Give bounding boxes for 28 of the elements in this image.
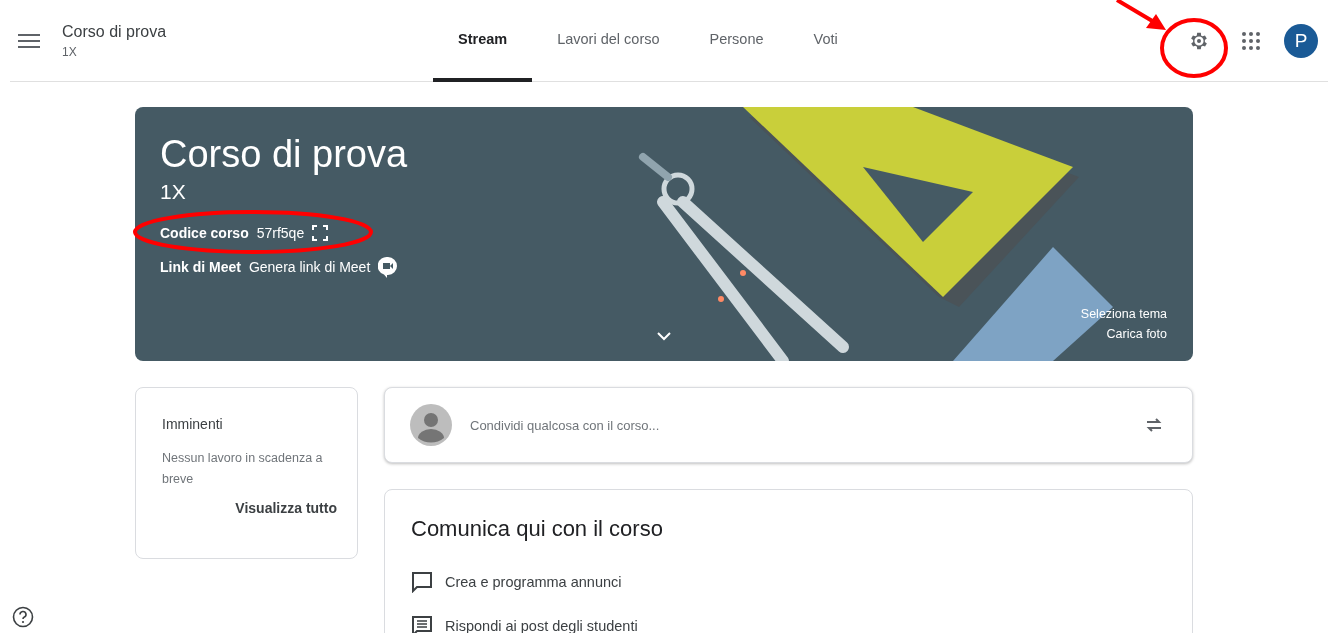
upcoming-title: Imminenti bbox=[162, 416, 224, 432]
message-lines-icon bbox=[411, 615, 433, 633]
course-code-label: Codice corso bbox=[160, 225, 249, 241]
video-chat-icon[interactable] bbox=[378, 256, 399, 278]
communicate-title: Comunica qui con il corso bbox=[411, 516, 664, 542]
course-code: 57rf5qe bbox=[256, 225, 305, 241]
communicate-option: Crea e programma annunci bbox=[445, 574, 622, 590]
meet-link-label: Link di Meet bbox=[160, 259, 241, 275]
fullscreen-icon[interactable] bbox=[312, 225, 329, 241]
meet-link[interactable]: Genera link di Meet bbox=[248, 259, 371, 275]
account-avatar[interactable]: P bbox=[1284, 23, 1318, 58]
banner-section: 1X bbox=[160, 180, 186, 204]
banner-title: Corso di prova bbox=[160, 133, 408, 176]
help-icon[interactable] bbox=[12, 606, 34, 628]
user-avatar-icon bbox=[410, 404, 452, 446]
nav-tab[interactable]: Stream bbox=[433, 0, 533, 82]
select-theme-link[interactable]: Seleziona tema bbox=[1080, 307, 1167, 321]
expand-chevron-icon[interactable] bbox=[657, 332, 671, 341]
nav-tab[interactable]: Persone bbox=[684, 0, 789, 82]
speech-bubble-icon bbox=[411, 571, 433, 593]
course-section: 1X bbox=[62, 44, 422, 59]
view-all-link[interactable]: Visualizza tutto bbox=[235, 500, 337, 516]
nav-tab[interactable]: Voti bbox=[788, 0, 863, 82]
annotation-ellipse bbox=[1159, 17, 1229, 79]
upload-photo-link[interactable]: Carica foto bbox=[1106, 327, 1167, 341]
upcoming-message: Nessun lavoro in scadenza a breve bbox=[162, 450, 324, 488]
nav-tab[interactable]: Lavori del corso bbox=[532, 0, 685, 82]
course-title[interactable]: Corso di prova bbox=[62, 22, 422, 41]
